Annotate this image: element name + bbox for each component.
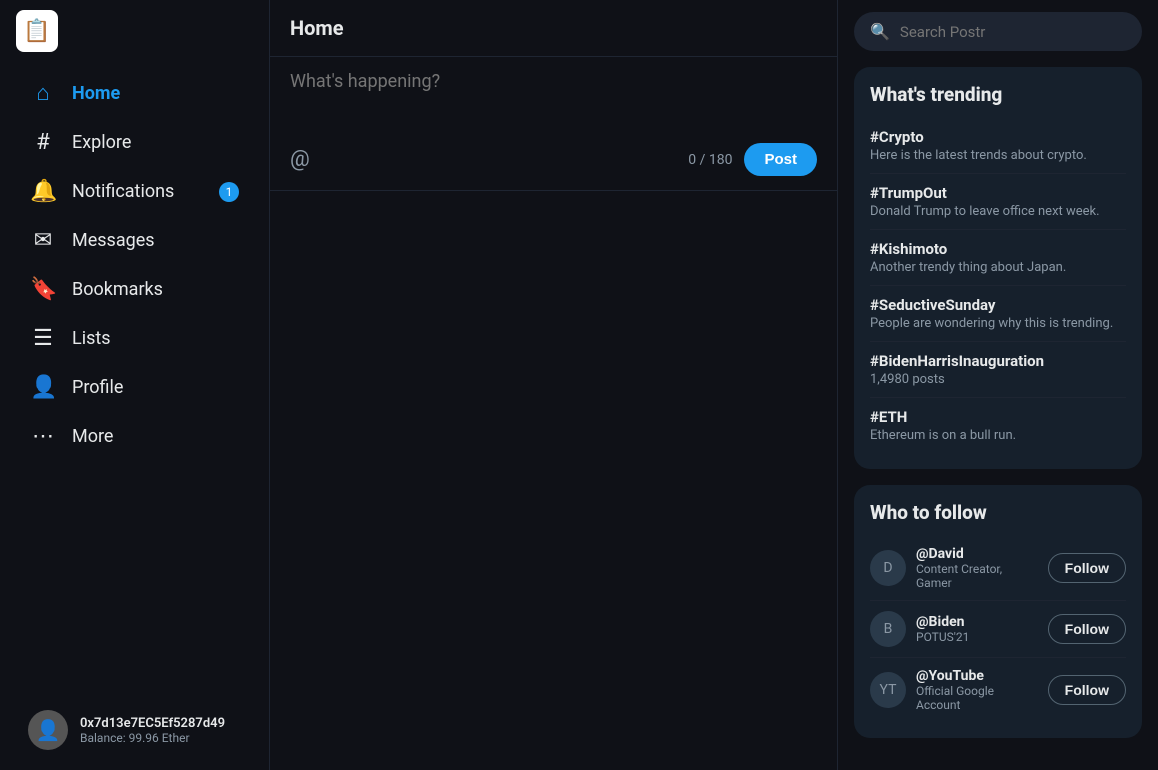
sidebar-item-label: Messages — [72, 230, 155, 251]
notifications-badge: 1 — [219, 182, 239, 202]
follow-handle: @YouTube — [916, 668, 1038, 684]
follow-handle: @Biden — [916, 614, 1038, 630]
notifications-icon: 🔔 — [30, 179, 56, 204]
sidebar-item-label: Notifications — [72, 181, 174, 202]
sidebar-item-label: Home — [72, 83, 120, 104]
follow-button[interactable]: Follow — [1048, 553, 1126, 583]
sidebar-item-label: Lists — [72, 328, 111, 349]
trend-item[interactable]: #Kishimoto Another trendy thing about Ja… — [870, 230, 1126, 286]
lists-icon: ☰ — [30, 326, 56, 351]
sidebar-item-label: More — [72, 426, 113, 447]
trend-item[interactable]: #BidenHarrisInauguration 1,4980 posts — [870, 342, 1126, 398]
sidebar-item-label: Profile — [72, 377, 123, 398]
trend-desc: Donald Trump to leave office next week. — [870, 204, 1126, 219]
search-bar: 🔍 — [854, 12, 1142, 51]
follow-button[interactable]: Follow — [1048, 614, 1126, 644]
sidebar-item-explore[interactable]: # Explore — [16, 118, 253, 167]
trend-item[interactable]: #SeductiveSunday People are wondering wh… — [870, 286, 1126, 342]
sidebar-item-label: Explore — [72, 132, 131, 153]
sidebar-item-label: Bookmarks — [72, 279, 163, 300]
follow-info: @David Content Creator, Gamer — [916, 546, 1038, 590]
follow-desc: Official Google Account — [916, 684, 1038, 712]
follow-desc: POTUS'21 — [916, 630, 1038, 644]
follow-item: B @Biden POTUS'21 Follow — [870, 601, 1126, 658]
avatar: D — [870, 550, 906, 586]
sidebar-item-profile[interactable]: 👤 Profile — [16, 363, 253, 412]
sidebar-item-messages[interactable]: ✉ Messages — [16, 216, 253, 265]
compose-area: @ 0 / 180 Post — [270, 57, 837, 191]
home-icon: ⌂ — [30, 80, 56, 106]
follow-item: D @David Content Creator, Gamer Follow — [870, 536, 1126, 601]
bookmarks-icon: 🔖 — [30, 277, 56, 302]
search-input[interactable] — [900, 23, 1126, 41]
trend-desc: Ethereum is on a bull run. — [870, 428, 1126, 443]
follow-handle: @David — [916, 546, 1038, 562]
main-content: Home @ 0 / 180 Post — [270, 0, 838, 770]
follow-info: @YouTube Official Google Account — [916, 668, 1038, 712]
trending-panel: What's trending #Crypto Here is the late… — [854, 67, 1142, 469]
right-panel: 🔍 What's trending #Crypto Here is the la… — [838, 0, 1158, 770]
avatar: B — [870, 611, 906, 647]
app-logo[interactable]: 📋 — [16, 10, 58, 52]
explore-icon: # — [30, 130, 56, 155]
trend-desc: Here is the latest trends about crypto. — [870, 148, 1126, 163]
sidebar-item-more[interactable]: ⋯ More — [16, 412, 253, 461]
trend-desc: 1,4980 posts — [870, 372, 1126, 387]
follow-item: YT @YouTube Official Google Account Foll… — [870, 658, 1126, 722]
user-address: 0x7d13e7EC5Ef5287d49 — [80, 716, 225, 731]
search-icon: 🔍 — [870, 22, 890, 41]
trend-item[interactable]: #ETH Ethereum is on a bull run. — [870, 398, 1126, 453]
trend-item[interactable]: #Crypto Here is the latest trends about … — [870, 118, 1126, 174]
avatar: 👤 — [28, 710, 68, 750]
trend-tag: #ETH — [870, 408, 1126, 426]
trend-desc: Another trendy thing about Japan. — [870, 260, 1126, 275]
trend-tag: #Crypto — [870, 128, 1126, 146]
sidebar-item-lists[interactable]: ☰ Lists — [16, 314, 253, 363]
trending-title: What's trending — [870, 83, 1126, 106]
sidebar-item-home[interactable]: ⌂ Home — [16, 68, 253, 118]
post-button[interactable]: Post — [744, 143, 817, 176]
follow-desc: Content Creator, Gamer — [916, 562, 1038, 590]
user-balance: Balance: 99.96 Ether — [80, 731, 225, 745]
sidebar-item-notifications[interactable]: 🔔 Notifications 1 — [16, 167, 253, 216]
sidebar: 📋 ⌂ Home # Explore 🔔 Notifications 1 ✉ M… — [0, 0, 270, 770]
trend-tag: #BidenHarrisInauguration — [870, 352, 1126, 370]
who-to-follow-title: Who to follow — [870, 501, 1126, 524]
compose-footer: @ 0 / 180 Post — [290, 143, 817, 176]
compose-input[interactable] — [290, 71, 817, 131]
trend-desc: People are wondering why this is trendin… — [870, 316, 1126, 331]
trend-tag: #SeductiveSunday — [870, 296, 1126, 314]
trend-tag: #TrumpOut — [870, 184, 1126, 202]
follow-info: @Biden POTUS'21 — [916, 614, 1038, 644]
trend-tag: #Kishimoto — [870, 240, 1126, 258]
user-info: 0x7d13e7EC5Ef5287d49 Balance: 99.96 Ethe… — [80, 716, 225, 745]
more-icon: ⋯ — [30, 424, 56, 449]
trend-item[interactable]: #TrumpOut Donald Trump to leave office n… — [870, 174, 1126, 230]
sidebar-item-bookmarks[interactable]: 🔖 Bookmarks — [16, 265, 253, 314]
at-mention-icon[interactable]: @ — [290, 147, 310, 172]
user-profile-button[interactable]: 👤 0x7d13e7EC5Ef5287d49 Balance: 99.96 Et… — [16, 700, 253, 760]
who-to-follow-panel: Who to follow D @David Content Creator, … — [854, 485, 1142, 738]
avatar: YT — [870, 672, 906, 708]
profile-icon: 👤 — [30, 375, 56, 400]
compose-right: 0 / 180 Post — [688, 143, 817, 176]
messages-icon: ✉ — [30, 228, 56, 253]
char-count: 0 / 180 — [688, 152, 732, 168]
follow-button[interactable]: Follow — [1048, 675, 1126, 705]
page-title: Home — [270, 0, 837, 57]
